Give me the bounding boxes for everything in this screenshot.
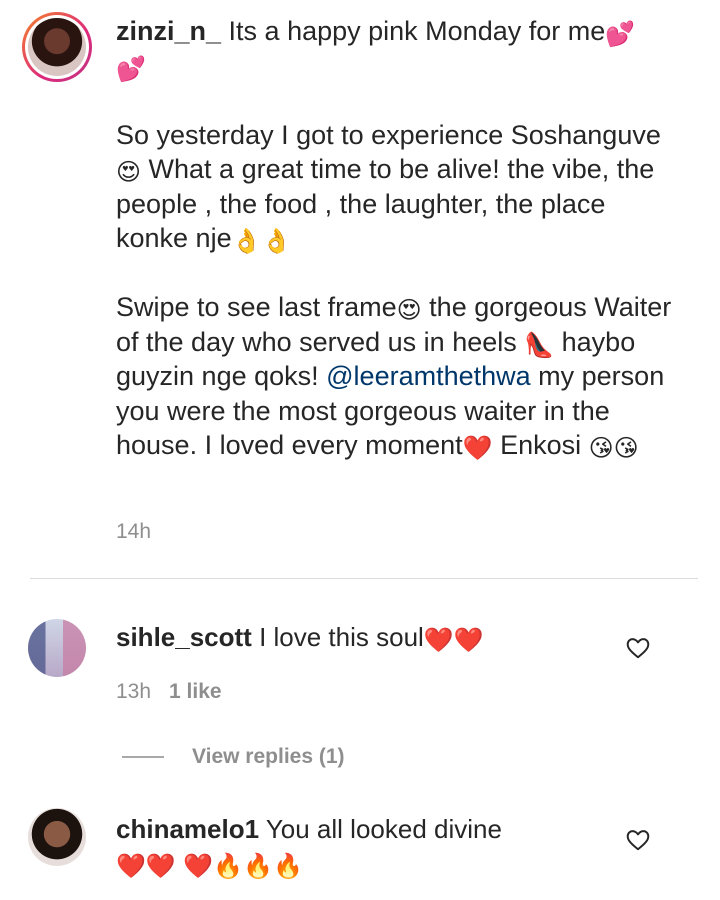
heart-outline-icon[interactable] [625, 635, 651, 661]
divider [30, 578, 698, 579]
caption-text: zinzi_n_ Its a happy pink Monday for me💕… [116, 14, 676, 463]
comment-body: You all looked divine [265, 814, 502, 844]
caption-emoji: 👠 [524, 330, 555, 359]
post-timestamp: 14h [116, 520, 151, 544]
heart-outline-icon[interactable] [625, 827, 651, 853]
caption-paragraph: Swipe to see last frame [116, 292, 397, 322]
caption-paragraph: So yesterday I got to experience Soshang… [116, 119, 661, 150]
comment-username[interactable]: sihle_scott [116, 622, 252, 652]
view-replies-button[interactable]: View replies (1) [122, 743, 345, 771]
comment-text: sihle_scott I love this soul❤️❤️ [116, 620, 616, 654]
caption-emoji: 💕 [116, 54, 146, 83]
post-author-avatar[interactable] [22, 12, 92, 82]
caption-emoji: 👌👌 [231, 227, 292, 255]
commenter-avatar[interactable] [28, 619, 86, 677]
commenter-avatar[interactable] [28, 808, 86, 866]
comment-likes[interactable]: 1 like [169, 680, 222, 703]
mention-link[interactable]: @leeramthethwa [326, 361, 531, 391]
view-replies-label: View replies (1) [192, 745, 345, 768]
caption-paragraph: Enkosi [492, 430, 589, 460]
comment-username[interactable]: chinamelo1 [116, 814, 259, 844]
post-time: 14h [116, 520, 152, 543]
comment-time: 13h [116, 680, 152, 703]
comment-text: chinamelo1 You all looked divine ❤️❤️ ❤️… [116, 812, 586, 880]
comment-emoji: ❤️❤️ [423, 626, 484, 654]
comment-emoji: ❤️❤️ ❤️🔥🔥🔥 [116, 852, 303, 880]
caption-emoji: ❤️ [462, 434, 493, 462]
comment-body: I love this soul [259, 622, 424, 652]
caption-paragraph: What a great time to be alive! the vibe,… [116, 154, 662, 253]
caption-line1: Its a happy pink Monday for me [228, 16, 606, 46]
caption-emoji: 😘😘 [588, 434, 639, 462]
caption-emoji: 💕 [605, 20, 636, 48]
comment-meta: 13h 1 like [116, 680, 222, 704]
post-username[interactable]: zinzi_n_ [116, 16, 221, 46]
caption-emoji: 😍 [116, 158, 142, 186]
caption-emoji: 😍 [396, 296, 422, 324]
replies-line [122, 756, 164, 758]
